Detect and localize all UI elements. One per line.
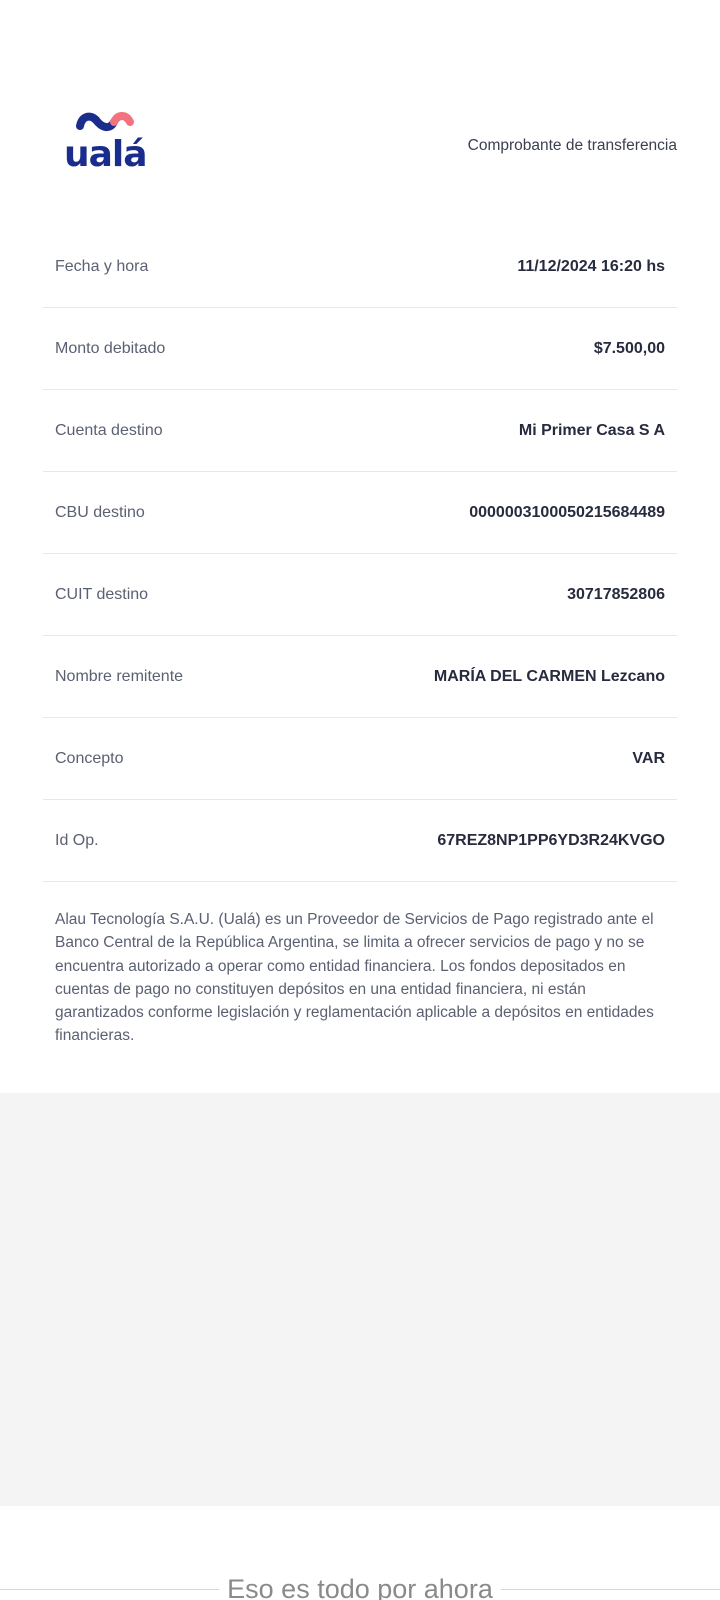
- uala-logo: ualá: [64, 108, 154, 180]
- detail-label: Id Op.: [55, 831, 99, 849]
- detail-row-operation-id: Id Op. 67REZ8NP1PP6YD3R24KVGO: [43, 800, 677, 882]
- detail-label: Nombre remitente: [55, 667, 184, 685]
- detail-label: Monto debitado: [55, 339, 166, 357]
- detail-value: 11/12/2024 16:20 hs: [517, 257, 665, 275]
- end-message: Eso es todo por ahora: [0, 1574, 720, 1600]
- detail-value: 67REZ8NP1PP6YD3R24KVGO: [437, 831, 665, 849]
- detail-row-cuit: CUIT destino 30717852806: [43, 554, 677, 636]
- logo-wordmark: ualá: [64, 134, 148, 175]
- content-background: [0, 1093, 720, 1506]
- detail-row-destination-account: Cuenta destino Mi Primer Casa S A: [43, 390, 677, 472]
- detail-label: CBU destino: [55, 503, 145, 521]
- detail-value: 30717852806: [567, 585, 665, 603]
- detail-label: Cuenta destino: [55, 421, 163, 439]
- details-list: Fecha y hora 11/12/2024 16:20 hs Monto d…: [43, 226, 677, 882]
- detail-row-cbu: CBU destino 0000003100050215684489: [43, 472, 677, 554]
- detail-value: 0000003100050215684489: [469, 503, 665, 521]
- detail-row-date: Fecha y hora 11/12/2024 16:20 hs: [43, 226, 677, 308]
- legal-disclaimer: Alau Tecnología S.A.U. (Ualá) es un Prov…: [55, 911, 654, 1045]
- detail-row-amount: Monto debitado $7.500,00: [43, 308, 677, 390]
- detail-row-sender: Nombre remitente MARÍA DEL CARMEN Lezcan…: [43, 636, 677, 718]
- detail-value: VAR: [632, 749, 665, 767]
- detail-value: $7.500,00: [593, 339, 665, 357]
- document-type-label: Comprobante de transferencia: [467, 137, 677, 154]
- end-message-text: Eso es todo por ahora: [219, 1574, 501, 1600]
- detail-value: MARÍA DEL CARMEN Lezcano: [433, 667, 665, 685]
- detail-label: Fecha y hora: [55, 257, 149, 275]
- end-of-content-footer: Eso es todo por ahora: [0, 1506, 720, 1600]
- detail-row-concept: Concepto VAR: [43, 718, 677, 800]
- detail-value: Mi Primer Casa S A: [518, 421, 665, 439]
- transfer-receipt: ualá Comprobante de transferencia Fecha …: [0, 0, 720, 1093]
- detail-label: CUIT destino: [55, 585, 149, 603]
- detail-label: Concepto: [55, 749, 124, 767]
